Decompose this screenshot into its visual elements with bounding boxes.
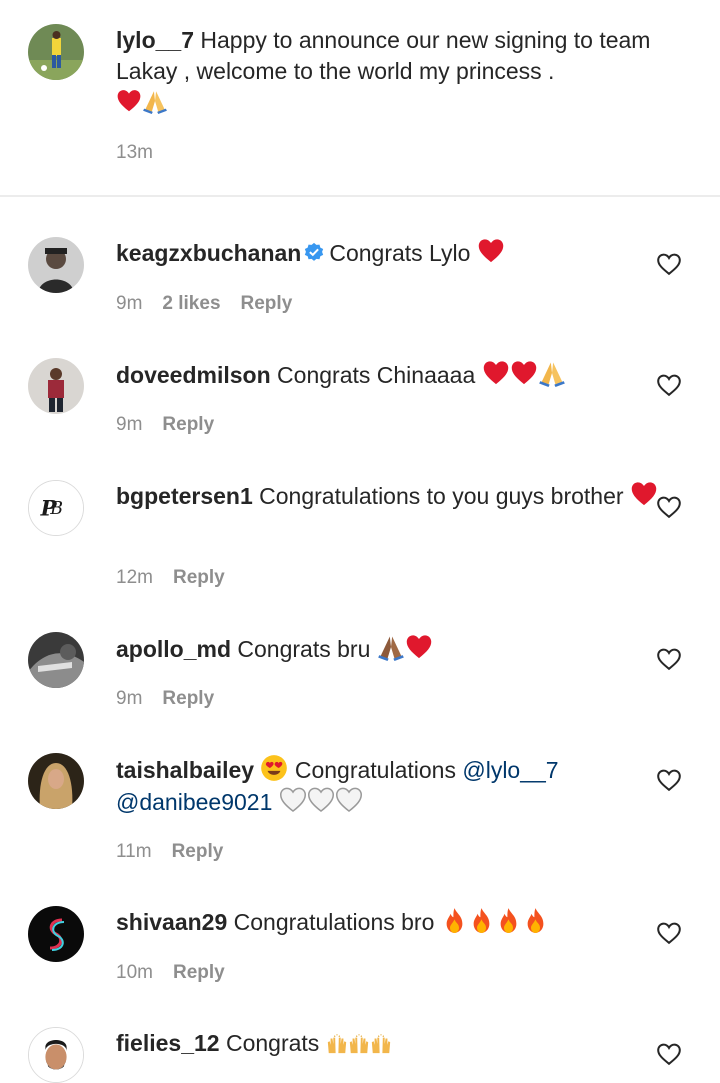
like-heart-icon[interactable] — [656, 373, 682, 397]
comment-text: shivaan29 Congratulations bro — [116, 907, 676, 938]
red-heart-emoji — [477, 237, 505, 265]
comment-username[interactable]: fielies_12 — [116, 1030, 220, 1056]
like-heart-icon[interactable] — [656, 921, 682, 945]
comment-meta: 11m Reply — [116, 841, 223, 863]
comment-text: apollo_md Congrats bru — [116, 633, 676, 665]
divider — [0, 195, 720, 197]
comment-body: Congrats — [225, 1030, 320, 1056]
like-heart-icon[interactable] — [656, 768, 682, 792]
caption-body: Happy to announce our new signing to tea… — [116, 27, 651, 84]
comment-time: 11m — [116, 841, 152, 862]
comment-meta: 9m 2 likes Reply — [116, 293, 292, 315]
comment-body: Congrats bru — [237, 636, 371, 662]
comment-body: Congratulations bro — [233, 909, 435, 935]
comment-time: 9m — [116, 293, 143, 314]
raised-hands-emoji — [370, 1033, 392, 1055]
comment-username[interactable]: keagzxbuchanan — [116, 240, 301, 266]
avatar[interactable] — [28, 753, 84, 809]
fire-emoji — [468, 907, 495, 934]
like-heart-icon[interactable] — [656, 495, 682, 519]
comment-time: 9m — [116, 688, 143, 709]
caption-meta: 13m — [116, 142, 153, 164]
comment-username[interactable]: shivaan29 — [116, 909, 227, 935]
reply-button[interactable]: Reply — [241, 293, 293, 315]
red-heart-emoji — [482, 359, 510, 387]
raised-hands-emoji — [348, 1033, 370, 1055]
reply-button[interactable]: Reply — [162, 688, 214, 710]
post-caption: lylo__7 Happy to announce our new signin… — [0, 0, 720, 196]
comment-time: 9m — [116, 414, 143, 435]
comment-username[interactable]: apollo_md — [116, 636, 231, 662]
comment-text: doveedmilson Congrats Chinaaaa — [116, 359, 676, 391]
comment-body: Congrats Lylo — [329, 240, 471, 266]
like-heart-icon[interactable] — [656, 252, 682, 276]
reply-button[interactable]: Reply — [173, 567, 225, 589]
avatar[interactable] — [28, 237, 84, 293]
comment-body: Congratulations — [294, 757, 456, 783]
comment-text: taishalbailey Congratulations @lylo__7 @… — [116, 754, 676, 818]
red-heart-emoji — [510, 359, 538, 387]
caption-time: 13m — [116, 142, 153, 163]
fire-emoji — [441, 907, 468, 934]
comment-text: bgpetersen1 Congratulations to you guys … — [116, 480, 676, 512]
fire-emoji — [522, 907, 549, 934]
comment-username[interactable]: taishalbailey — [116, 757, 254, 783]
reply-button[interactable]: Reply — [172, 841, 224, 863]
white-heart-emoji — [279, 786, 307, 814]
white-heart-emoji — [335, 786, 363, 814]
comment-meta: 10m Reply — [116, 962, 225, 984]
comment-meta: 12m Reply — [116, 567, 225, 589]
avatar[interactable] — [28, 24, 84, 80]
comment-username[interactable]: doveedmilson — [116, 362, 271, 388]
comment-text: fielies_12 Congrats — [116, 1028, 676, 1059]
comment-time: 10m — [116, 962, 153, 983]
reply-button[interactable]: Reply — [162, 414, 214, 436]
folded-hands-emoji — [142, 88, 168, 114]
caption-text: lylo__7 Happy to announce our new signin… — [116, 25, 676, 118]
svg-text:B: B — [49, 499, 63, 519]
comment-time: 12m — [116, 567, 153, 588]
heart-eyes-emoji — [260, 754, 288, 782]
comment-body: Congrats Chinaaaa — [277, 362, 476, 388]
raised-hands-emoji — [326, 1033, 348, 1055]
fire-emoji — [495, 907, 522, 934]
red-heart-emoji — [405, 633, 433, 661]
like-heart-icon[interactable] — [656, 647, 682, 671]
avatar[interactable]: PB — [28, 480, 84, 536]
reply-button[interactable]: Reply — [173, 962, 225, 984]
comment-text: keagzxbuchanan Congrats Lylo — [116, 237, 676, 272]
red-heart-emoji — [630, 480, 658, 508]
avatar[interactable] — [28, 632, 84, 688]
caption-username[interactable]: lylo__7 — [116, 27, 194, 53]
mention-link[interactable]: @lylo__7 — [462, 757, 558, 783]
folded-hands-emoji — [377, 633, 405, 661]
avatar[interactable] — [28, 906, 84, 962]
comment-meta: 9m Reply — [116, 688, 214, 710]
comment-meta: 9m Reply — [116, 414, 214, 436]
red-heart-emoji — [116, 88, 142, 114]
white-heart-emoji — [307, 786, 335, 814]
comment-body: Congratulations to you guys brother — [259, 483, 624, 509]
mention-link[interactable]: @danibee9021 — [116, 789, 272, 815]
likes-count[interactable]: 2 likes — [162, 293, 220, 315]
like-heart-icon[interactable] — [656, 1042, 682, 1066]
verified-badge-icon — [303, 241, 325, 272]
comment-username[interactable]: bgpetersen1 — [116, 483, 253, 509]
folded-hands-emoji — [538, 359, 566, 387]
avatar[interactable] — [28, 358, 84, 414]
